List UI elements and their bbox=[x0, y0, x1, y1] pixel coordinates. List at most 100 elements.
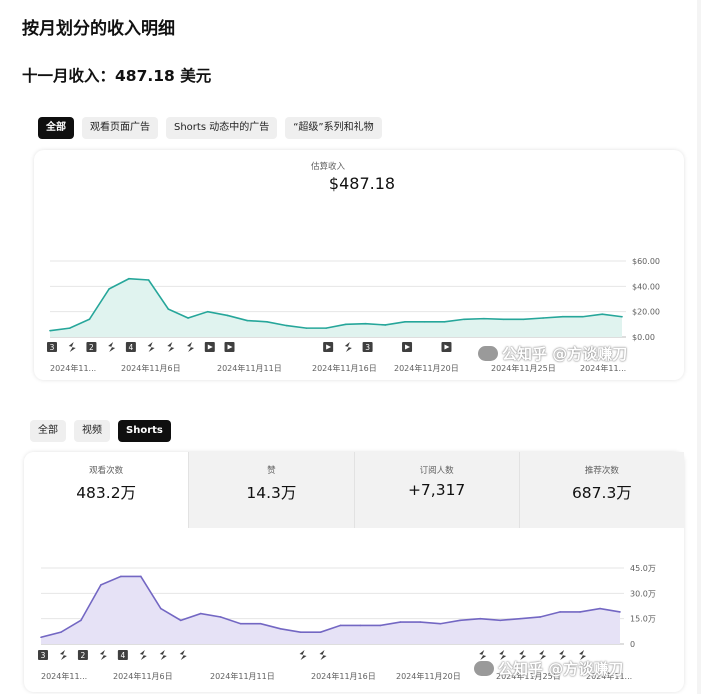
data-point bbox=[68, 327, 71, 329]
y-tick-label: 30.0万 bbox=[630, 589, 656, 598]
metric-impressions[interactable]: 推荐次数 687.3万 bbox=[518, 452, 684, 528]
x-tick-label: 2024年11月6日 bbox=[113, 671, 173, 681]
y-tick-label: $40.00 bbox=[632, 282, 660, 291]
data-point bbox=[246, 319, 249, 322]
data-point bbox=[206, 310, 209, 313]
tab-content-shorts[interactable]: Shorts bbox=[118, 420, 171, 442]
data-point bbox=[384, 324, 387, 326]
data-point bbox=[128, 277, 130, 280]
data-point bbox=[562, 315, 564, 318]
data-point bbox=[167, 308, 170, 310]
data-point bbox=[463, 318, 466, 321]
content-type-tabs: 全部 视频 Shorts bbox=[30, 420, 171, 442]
data-point bbox=[579, 611, 581, 613]
x-tick-label: 2024年11月6日 bbox=[121, 363, 181, 373]
data-point bbox=[619, 611, 621, 613]
tab-revenue-all[interactable]: 全部 bbox=[38, 117, 74, 139]
video-count-number: 2 bbox=[81, 651, 86, 660]
y-tick-label: $60.00 bbox=[632, 257, 660, 266]
data-point bbox=[399, 621, 402, 623]
data-point bbox=[601, 313, 604, 315]
data-point bbox=[108, 288, 110, 290]
data-point bbox=[539, 616, 541, 618]
estimated-revenue-label: 估算收入 bbox=[310, 162, 345, 172]
data-point bbox=[49, 329, 51, 332]
x-tick-label: 2024年11月16日 bbox=[312, 363, 377, 373]
shorts-icon[interactable] bbox=[344, 342, 352, 352]
x-tick-label: 2024年11... bbox=[580, 363, 626, 373]
data-point bbox=[319, 631, 322, 633]
data-point bbox=[339, 624, 342, 627]
metric-views[interactable]: 观看次数 483.2万 bbox=[24, 452, 189, 528]
data-point bbox=[379, 624, 382, 627]
video-count-number: 3 bbox=[365, 343, 370, 352]
shorts-icon[interactable] bbox=[187, 342, 195, 352]
shorts-icon[interactable] bbox=[147, 342, 155, 352]
shorts-icon[interactable] bbox=[99, 650, 107, 660]
estimated-revenue-value: $487.18 bbox=[328, 174, 396, 193]
metric-likes-label: 赞 bbox=[267, 466, 276, 476]
data-point bbox=[266, 321, 268, 323]
data-point bbox=[100, 584, 102, 586]
x-tick-label: 2024年11月16日 bbox=[311, 671, 376, 681]
tab-watch-page-ads[interactable]: 观看页面广告 bbox=[82, 117, 158, 139]
metric-views-value: 483.2万 bbox=[76, 484, 137, 502]
y-tick-label: 45.0万 bbox=[630, 564, 656, 573]
data-point bbox=[226, 314, 229, 317]
video-count-number: 3 bbox=[41, 651, 46, 660]
shorts-icon[interactable] bbox=[139, 650, 147, 660]
x-tick-label: 2024年11... bbox=[41, 671, 87, 681]
shorts-icon[interactable] bbox=[299, 650, 307, 660]
y-tick-label: 0 bbox=[630, 640, 635, 649]
x-tick-label: 2024年11... bbox=[50, 363, 96, 373]
x-tick-label: 2024年11月20日 bbox=[394, 363, 459, 373]
series-area bbox=[41, 576, 620, 644]
data-point bbox=[522, 318, 525, 321]
shorts-icon[interactable] bbox=[59, 650, 67, 660]
tab-content-all[interactable]: 全部 bbox=[30, 420, 66, 442]
metric-likes[interactable]: 赞 14.3万 bbox=[188, 452, 354, 528]
tab-supers-and-gifts[interactable]: “超级”系列和礼物 bbox=[285, 117, 382, 139]
shorts-icon[interactable] bbox=[179, 650, 187, 660]
shorts-icon[interactable] bbox=[167, 342, 175, 352]
watermark-bottom: 公知乎 @方谈赚刀 bbox=[474, 658, 623, 679]
video-count-number: 4 bbox=[120, 651, 125, 660]
x-tick-label: 2024年11月11日 bbox=[210, 671, 275, 681]
revenue-breakdown-page: 按月划分的收入明细 十一月收入：487.18 美元 全部 观看页面广告 Shor… bbox=[0, 0, 697, 694]
metric-subscribers[interactable]: 订阅人数 +7,317 bbox=[353, 452, 519, 528]
data-point bbox=[60, 631, 62, 633]
shorts-icon[interactable] bbox=[159, 650, 167, 660]
shorts-icon[interactable] bbox=[108, 342, 116, 352]
data-point bbox=[359, 624, 362, 627]
data-point bbox=[439, 622, 442, 625]
video-count-number: 4 bbox=[129, 343, 134, 352]
shorts-icon[interactable] bbox=[68, 342, 76, 352]
video-count-number: 2 bbox=[89, 343, 94, 352]
shorts-icon[interactable] bbox=[319, 650, 327, 660]
revenue-type-tabs: 全部 观看页面广告 Shorts 动态中的广告 “超级”系列和礼物 bbox=[38, 117, 382, 139]
page-title: 按月划分的收入明细 bbox=[22, 19, 175, 39]
y-tick-label: $20.00 bbox=[632, 308, 660, 317]
data-point bbox=[581, 315, 584, 318]
tab-shorts-feed-ads[interactable]: Shorts 动态中的广告 bbox=[166, 117, 278, 139]
data-point bbox=[542, 317, 544, 319]
data-point bbox=[364, 322, 367, 325]
video-count-number: 3 bbox=[50, 343, 55, 352]
data-point bbox=[519, 617, 521, 620]
data-point bbox=[325, 327, 327, 329]
monthly-revenue-heading: 十一月收入：487.18 美元 bbox=[22, 67, 212, 85]
data-point bbox=[80, 619, 82, 622]
x-tick-label: 2024年11月25日 bbox=[491, 363, 556, 373]
data-point bbox=[88, 318, 91, 321]
data-point bbox=[40, 636, 42, 639]
data-point bbox=[239, 622, 242, 625]
metric-subscribers-label: 订阅人数 bbox=[419, 466, 454, 476]
data-point bbox=[559, 611, 561, 613]
data-point bbox=[120, 575, 122, 578]
data-point bbox=[423, 321, 426, 323]
x-tick-label: 2024年11月11日 bbox=[217, 363, 282, 373]
data-point bbox=[219, 616, 222, 618]
data-point bbox=[502, 318, 505, 321]
wechat-icon bbox=[474, 661, 494, 676]
tab-content-videos[interactable]: 视频 bbox=[74, 420, 110, 442]
